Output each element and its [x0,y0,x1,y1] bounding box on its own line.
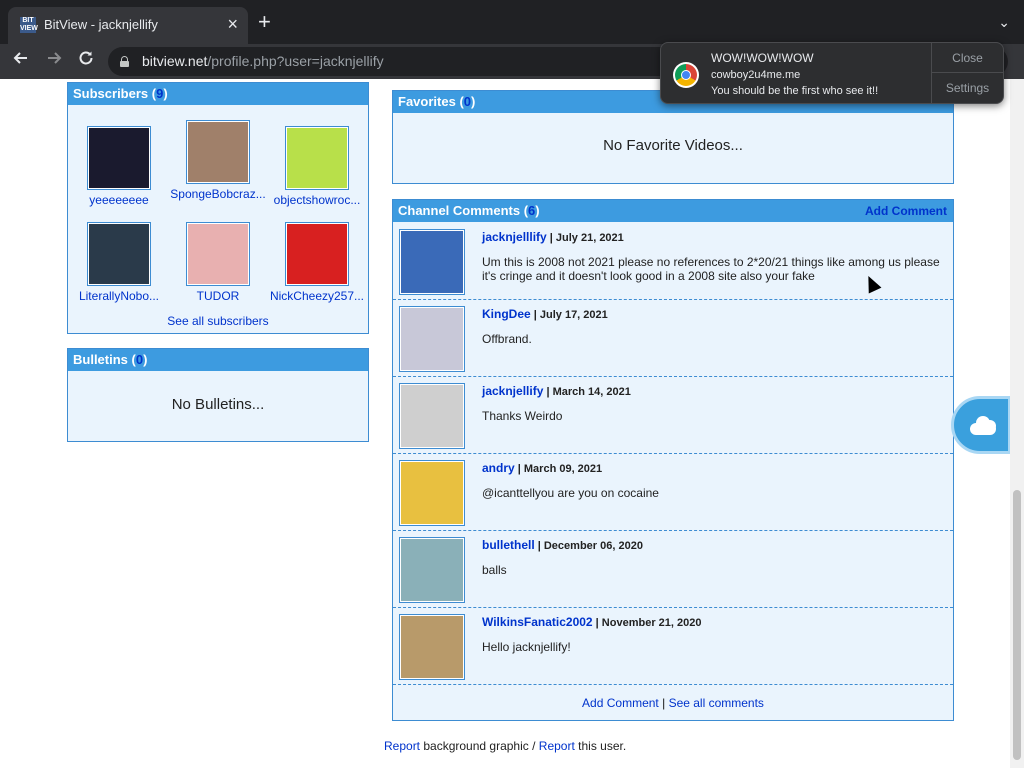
subscriber-name[interactable]: yeeeeeeee [71,194,167,207]
subscribers-count: 9 [156,86,164,101]
bulletins-count: 0 [135,352,144,367]
report-user-link[interactable]: Report [539,739,575,753]
scrollbar-thumb[interactable] [1013,490,1021,760]
comment-item: jacknjellify | March 14, 2021 Thanks Wei… [393,377,953,454]
back-arrow-icon[interactable] [9,49,33,73]
lock-icon[interactable] [120,56,129,67]
tab-title: BitView - jacknjellify [44,17,158,32]
comments-header: Channel Comments (6) Add Comment [393,200,953,222]
bulletins-box: Bulletins (0) No Bulletins... [67,348,369,442]
comment-author-link[interactable]: jacknjelllify [482,230,547,244]
comment-date: | December 06, 2020 [537,540,643,552]
subscriber-name[interactable]: TUDOR [170,290,266,303]
see-all-comments-link[interactable]: See all comments [669,696,764,710]
subscriber-item[interactable]: NickCheezy257... [269,222,365,303]
subscriber-name[interactable]: objectshowroc... [269,194,365,207]
subscriber-name[interactable]: NickCheezy257... [269,290,365,303]
comment-avatar[interactable] [399,460,465,526]
see-all-subscribers-link[interactable]: See all subscribers [167,314,268,328]
comment-author-link[interactable]: jacknjellify [482,384,543,398]
comments-footer: Add Comment | See all comments [393,696,953,710]
footer-separator: | [662,696,666,710]
notification-body: You should be the first who see it!! [711,85,879,97]
url-text[interactable]: bitview.net/profile.php?user=jacknjellif… [142,53,384,69]
add-comment-header-link[interactable]: Add Comment [865,200,947,222]
favorites-box: Favorites (0) No Favorite Videos... [392,90,954,184]
subscriber-item[interactable]: yeeeeeeee [71,126,167,207]
subscriber-item[interactable]: LiterallyNobo... [71,222,167,303]
comment-item: bullethell | December 06, 2020 balls [393,531,953,608]
comment-avatar[interactable] [399,229,465,295]
tab-search-chevron-icon[interactable]: ⌄ [998,14,1010,31]
comment-author-link[interactable]: KingDee [482,307,531,321]
notification-origin: cowboy2u4me.me [711,69,801,81]
forward-arrow-icon[interactable] [42,49,66,73]
comment-date: | March 14, 2021 [546,386,631,398]
comment-date: | March 09, 2021 [517,463,603,475]
notification-title: WOW!WOW!WOW [711,51,814,65]
comment-item: KingDee | July 17, 2021 Offbrand. [393,300,953,377]
comment-author-link[interactable]: andry [482,461,515,475]
comments-count: 6 [528,203,536,218]
favorites-empty-text: No Favorite Videos... [603,137,743,154]
browser-tab[interactable]: BIT VIEW BitView - jacknjellify × [8,7,248,44]
subscriber-avatar[interactable] [87,126,151,190]
notification-actions: Close Settings [931,43,1003,103]
bulletins-empty-text: No Bulletins... [171,396,265,413]
notification-settings-button[interactable]: Settings [932,73,1003,103]
comment-date: | July 17, 2021 [533,309,608,321]
floating-cloud-button[interactable] [951,396,1011,454]
comment-item: WilkinsFanatic2002 | November 21, 2020 H… [393,608,953,685]
subscriber-avatar[interactable] [285,222,349,286]
comment-text: Thanks Weirdo [482,409,563,423]
subscriber-item[interactable]: objectshowroc... [269,126,365,207]
subscriber-item[interactable]: SpongeBobcraz... [170,120,266,201]
new-tab-icon[interactable]: + [258,10,271,34]
push-notification[interactable]: WOW!WOW!WOW cowboy2u4me.me You should be… [660,42,1004,104]
comment-text: @icanttellyou are you on cocaine [482,486,659,500]
comment-text: Offbrand. [482,332,532,346]
comment-author-link[interactable]: bullethell [482,538,535,552]
comment-avatar[interactable] [399,537,465,603]
subscriber-avatar[interactable] [87,222,151,286]
favorites-count: 0 [463,94,472,109]
subscriber-avatar[interactable] [186,222,250,286]
reload-icon[interactable] [74,49,98,73]
notification-close-button[interactable]: Close [932,43,1003,73]
comment-item: andry | March 09, 2021 @icanttellyou are… [393,454,953,531]
subscribers-header: Subscribers (9) [68,83,368,105]
comment-text: balls [482,563,507,577]
subscribers-box: Subscribers (9) yeeeeeeee SpongeBobcraz.… [67,82,369,334]
bitview-favicon-icon: BIT VIEW [20,17,38,33]
report-line: Report background graphic / Report this … [384,739,627,753]
subscriber-item[interactable]: TUDOR [170,222,266,303]
comment-avatar[interactable] [399,614,465,680]
browser-tabbar: BIT VIEW BitView - jacknjellify × + ⌄ [0,0,1024,44]
subscriber-name[interactable]: SpongeBobcraz... [170,188,266,201]
comment-date: | November 21, 2020 [595,617,702,629]
comment-author-link[interactable]: WilkinsFanatic2002 [482,615,593,629]
comment-avatar[interactable] [399,383,465,449]
cloud-icon [970,415,1000,437]
comment-date: | July 21, 2021 [549,232,624,244]
add-comment-footer-link[interactable]: Add Comment [582,696,659,710]
chrome-icon [673,62,699,88]
report-background-link[interactable]: Report [384,739,420,753]
comment-avatar[interactable] [399,306,465,372]
subscriber-avatar[interactable] [285,126,349,190]
subscriber-name[interactable]: LiterallyNobo... [71,290,167,303]
bulletins-header: Bulletins (0) [68,349,368,371]
comment-text: Hello jacknjellify! [482,640,571,654]
tab-close-icon[interactable]: × [227,14,238,34]
subscriber-avatar[interactable] [186,120,250,184]
